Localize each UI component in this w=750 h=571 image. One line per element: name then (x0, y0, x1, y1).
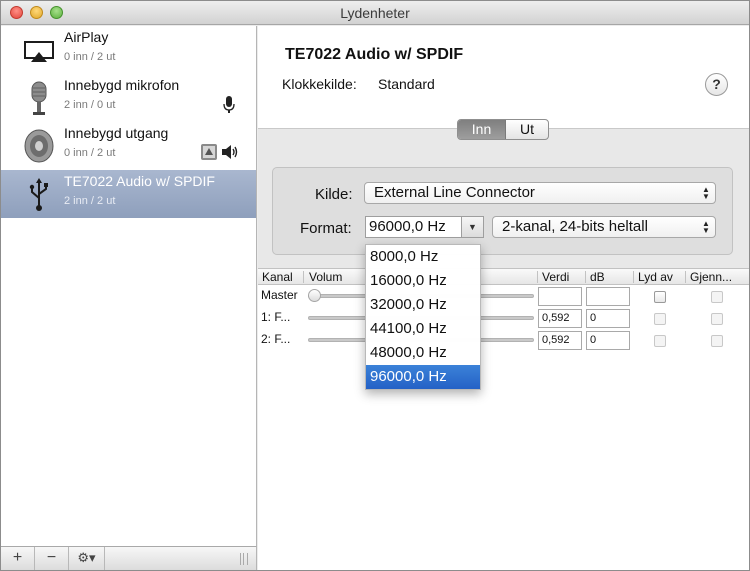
window-title: Lydenheter (340, 5, 410, 21)
menu-item-44100[interactable]: 44100,0 Hz (366, 317, 480, 341)
menu-item-16000[interactable]: 16000,0 Hz (366, 269, 480, 293)
sample-rate-dropdown-button[interactable]: ▼ (462, 216, 484, 238)
playthrough-checkbox (711, 335, 723, 347)
device-name: Innebygd utgang (64, 125, 169, 141)
mute-checkbox (654, 313, 666, 325)
column-header-volume[interactable]: Volum (309, 270, 342, 285)
playthrough-checkbox (711, 313, 723, 325)
column-divider (303, 271, 304, 283)
clock-source-value: Standard (378, 76, 435, 92)
column-header-playthrough[interactable]: Gjenn... (690, 270, 732, 285)
device-list: AirPlay 0 inn / 2 ut Innebygd mikrofon 2… (1, 26, 257, 546)
menu-item-96000[interactable]: 96000,0 Hz (366, 365, 480, 389)
column-header-mute[interactable]: Lyd av (638, 270, 673, 285)
device-name: TE7022 Audio w/ SPDIF (64, 173, 215, 189)
device-item-builtin-output[interactable]: Innebygd utgang 0 inn / 2 ut (1, 122, 256, 170)
popup-arrows-icon: ▲ ▼ (702, 219, 710, 235)
device-list-toolbar: + − ⚙▾ (1, 546, 257, 570)
resize-grip[interactable] (240, 553, 248, 565)
column-header-value[interactable]: Verdi (542, 270, 569, 285)
menu-item-8000[interactable]: 8000,0 Hz (366, 245, 480, 269)
value-field[interactable]: 0,592 (538, 331, 582, 350)
speaker-icon (24, 129, 54, 163)
column-header-channel[interactable]: Kanal (262, 270, 293, 285)
value-field[interactable] (538, 287, 582, 306)
db-field[interactable]: 0 (586, 331, 630, 350)
channel-name: Master (261, 288, 298, 302)
default-input-icon (223, 96, 235, 113)
source-label: Kilde: (315, 186, 353, 203)
title-bar: Lydenheter (1, 1, 749, 25)
device-item-builtin-microphone[interactable]: Innebygd mikrofon 2 inn / 0 ut (1, 74, 256, 122)
device-actions-menu-button[interactable]: ⚙▾ (69, 547, 105, 570)
channel-format-value: 2-kanal, 24-bits heltall (502, 218, 648, 235)
column-header-db[interactable]: dB (590, 270, 605, 285)
menu-item-32000[interactable]: 32000,0 Hz (366, 293, 480, 317)
microphone-icon (31, 81, 47, 115)
usb-icon (29, 178, 48, 211)
source-popup[interactable]: External Line Connector ▲ ▼ (364, 182, 716, 204)
device-name: AirPlay (64, 29, 109, 45)
clock-source-label: Klokkekilde: (282, 76, 357, 92)
menu-item-48000[interactable]: 48000,0 Hz (366, 341, 480, 365)
sample-rate-combo[interactable]: 96000,0 Hz (365, 216, 462, 238)
channel-table-header: Kanal Volum Verdi dB Lyd av Gjenn... (258, 268, 749, 285)
add-device-button[interactable]: + (1, 547, 35, 570)
column-divider (685, 271, 686, 283)
system-alert-icon (201, 144, 217, 160)
playthrough-checkbox (711, 291, 723, 303)
default-output-icon (222, 145, 238, 159)
volume-slider-knob[interactable] (308, 289, 321, 302)
device-item-te7022[interactable]: TE7022 Audio w/ SPDIF 2 inn / 2 ut (1, 170, 256, 218)
db-field[interactable] (586, 287, 630, 306)
airplay-icon (24, 41, 54, 62)
tab-input[interactable]: Inn (458, 120, 506, 139)
device-channels: 2 inn / 0 ut (64, 99, 116, 111)
sample-rate-menu: 8000,0 Hz 16000,0 Hz 32000,0 Hz 44100,0 … (365, 244, 481, 390)
column-divider (537, 271, 538, 283)
format-group: Kilde: External Line Connector ▲ ▼ Format… (272, 167, 733, 255)
value-field[interactable]: 0,592 (538, 309, 582, 328)
column-divider (633, 271, 634, 283)
channel-table: Master 1: F... 0,592 0 2: F... 0,592 0 (258, 285, 749, 570)
remove-device-button[interactable]: − (35, 547, 69, 570)
format-label: Format: (300, 220, 352, 237)
device-title: TE7022 Audio w/ SPDIF (285, 46, 464, 63)
device-header: TE7022 Audio w/ SPDIF Klokkekilde: Stand… (258, 26, 749, 129)
device-channels: 0 inn / 2 ut (64, 147, 116, 159)
popup-arrows-icon: ▲ ▼ (702, 185, 710, 201)
channel-name: 1: F... (261, 310, 291, 324)
direction-segmented-control: Inn Ut (457, 119, 549, 140)
mute-checkbox[interactable] (654, 291, 666, 303)
table-row: 2: F... 0,592 0 (258, 329, 749, 351)
device-item-airplay[interactable]: AirPlay 0 inn / 2 ut (1, 26, 256, 74)
device-settings-panel: TE7022 Audio w/ SPDIF Klokkekilde: Stand… (258, 26, 749, 570)
column-divider (585, 271, 586, 283)
mute-checkbox (654, 335, 666, 347)
device-channels: 2 inn / 2 ut (64, 195, 116, 207)
table-row: 1: F... 0,592 0 (258, 307, 749, 329)
device-channels: 0 inn / 2 ut (64, 51, 116, 63)
channel-format-popup[interactable]: 2-kanal, 24-bits heltall ▲ ▼ (492, 216, 716, 238)
source-popup-value: External Line Connector (374, 184, 535, 201)
audio-devices-window: Lydenheter AirPlay 0 inn / 2 ut Innebygd… (0, 0, 750, 571)
help-button[interactable]: ? (705, 73, 728, 96)
channel-name: 2: F... (261, 332, 291, 346)
tab-output[interactable]: Ut (506, 120, 548, 139)
device-name: Innebygd mikrofon (64, 77, 180, 93)
table-row: Master (258, 285, 749, 307)
db-field[interactable]: 0 (586, 309, 630, 328)
